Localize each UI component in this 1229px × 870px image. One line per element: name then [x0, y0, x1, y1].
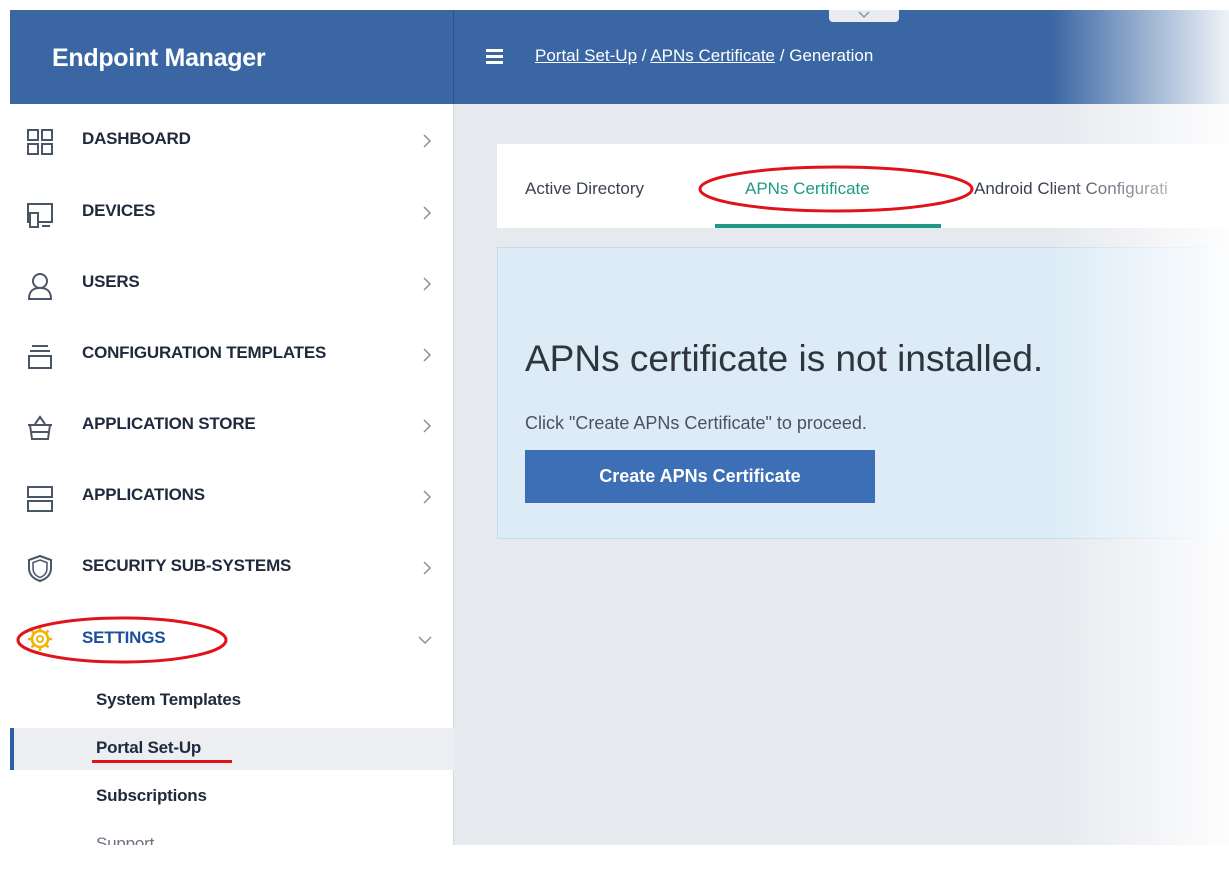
- sidebar-item-label: USERS: [82, 272, 140, 291]
- chevron-right-icon: [423, 277, 432, 291]
- sidebar-item-application-store[interactable]: APPLICATION STORE: [10, 388, 454, 459]
- templates-icon: [28, 345, 52, 369]
- chevron-right-icon: [423, 134, 432, 148]
- active-indicator: [10, 728, 14, 770]
- app-window: Endpoint Manager Portal Set-Up / APNs Ce…: [10, 10, 1229, 855]
- store-basket-icon: [28, 415, 52, 440]
- torn-edge: [0, 845, 1229, 870]
- sidebar-subitem-system-templates[interactable]: System Templates: [10, 680, 454, 722]
- sidebar-subitem-label: Subscriptions: [96, 786, 207, 805]
- app-title: Endpoint Manager: [52, 44, 266, 72]
- panel-heading: APNs certificate is not installed.: [525, 338, 1044, 379]
- devices-icon: [27, 203, 53, 228]
- collapse-header-toggle[interactable]: [829, 10, 899, 22]
- chevron-right-icon: [423, 490, 432, 504]
- breadcrumb-separator: /: [779, 46, 785, 65]
- breadcrumb-apns-certificate[interactable]: APNs Certificate: [650, 46, 775, 65]
- sidebar-item-label: DEVICES: [82, 201, 156, 220]
- sidebar-item-label: CONFIGURATION TEMPLATES: [82, 343, 327, 362]
- chevron-right-icon: [423, 419, 432, 433]
- sidebar-item-applications[interactable]: APPLICATIONS: [10, 459, 454, 530]
- sidebar-item-users[interactable]: USERS: [10, 246, 454, 317]
- sidebar-item-label: APPLICATIONS: [82, 485, 205, 504]
- user-icon: [27, 273, 53, 300]
- sidebar-subitem-subscriptions[interactable]: Subscriptions: [10, 776, 454, 818]
- dashboard-grid-icon: [27, 129, 53, 155]
- tab-apns-certificate[interactable]: APNs Certificate: [745, 179, 870, 199]
- chevron-right-icon: [423, 561, 432, 575]
- chevron-right-icon: [423, 348, 432, 362]
- top-bar: Portal Set-Up / APNs Certificate / Gener…: [454, 10, 1229, 104]
- active-tab-indicator: [715, 224, 941, 228]
- chevron-right-icon: [423, 206, 432, 220]
- gear-icon: [28, 627, 52, 651]
- sidebar-item-configuration-templates[interactable]: CONFIGURATION TEMPLATES: [10, 317, 454, 388]
- breadcrumb-portal-setup[interactable]: Portal Set-Up: [535, 46, 637, 65]
- sidebar-item-label: SETTINGS: [82, 628, 166, 647]
- sidebar-item-security-sub-systems[interactable]: SECURITY SUB-SYSTEMS: [10, 530, 454, 601]
- tab-active-directory[interactable]: Active Directory: [525, 179, 644, 199]
- sidebar-item-settings[interactable]: SETTINGS: [10, 601, 454, 672]
- breadcrumb: Portal Set-Up / APNs Certificate / Gener…: [535, 46, 873, 66]
- applications-icon: [27, 486, 53, 512]
- sidebar-item-dashboard[interactable]: DASHBOARD: [10, 104, 454, 175]
- tab-android-client-configuration[interactable]: Android Client Configurati: [974, 179, 1168, 199]
- sidebar-item-label: SECURITY SUB-SYSTEMS: [82, 556, 292, 575]
- apns-status-panel: APNs certificate is not installed. Click…: [497, 247, 1229, 539]
- panel-hint: Click "Create APNs Certificate" to proce…: [525, 413, 867, 433]
- sidebar-item-label: DASHBOARD: [82, 129, 191, 148]
- brand-area: Endpoint Manager: [10, 10, 454, 104]
- breadcrumb-separator: /: [641, 46, 647, 65]
- sidebar: DASHBOARD DEVICES USERS CONFIGURATION TE…: [10, 104, 454, 855]
- shield-icon: [28, 554, 52, 582]
- sidebar-subitem-label: Portal Set-Up: [96, 738, 202, 757]
- chevron-down-icon: [418, 636, 432, 645]
- create-apns-certificate-button[interactable]: Create APNs Certificate: [525, 450, 875, 503]
- sidebar-item-devices[interactable]: DEVICES: [10, 175, 454, 246]
- breadcrumb-generation: Generation: [789, 46, 874, 65]
- sidebar-subitem-label: System Templates: [96, 690, 241, 709]
- sidebar-item-label: APPLICATION STORE: [82, 414, 256, 433]
- sidebar-subitem-portal-setup[interactable]: Portal Set-Up: [10, 728, 454, 770]
- settings-tabs: Active Directory APNs Certificate Androi…: [497, 144, 1229, 228]
- chevron-down-icon: [858, 11, 870, 19]
- hamburger-menu-icon[interactable]: [486, 49, 503, 64]
